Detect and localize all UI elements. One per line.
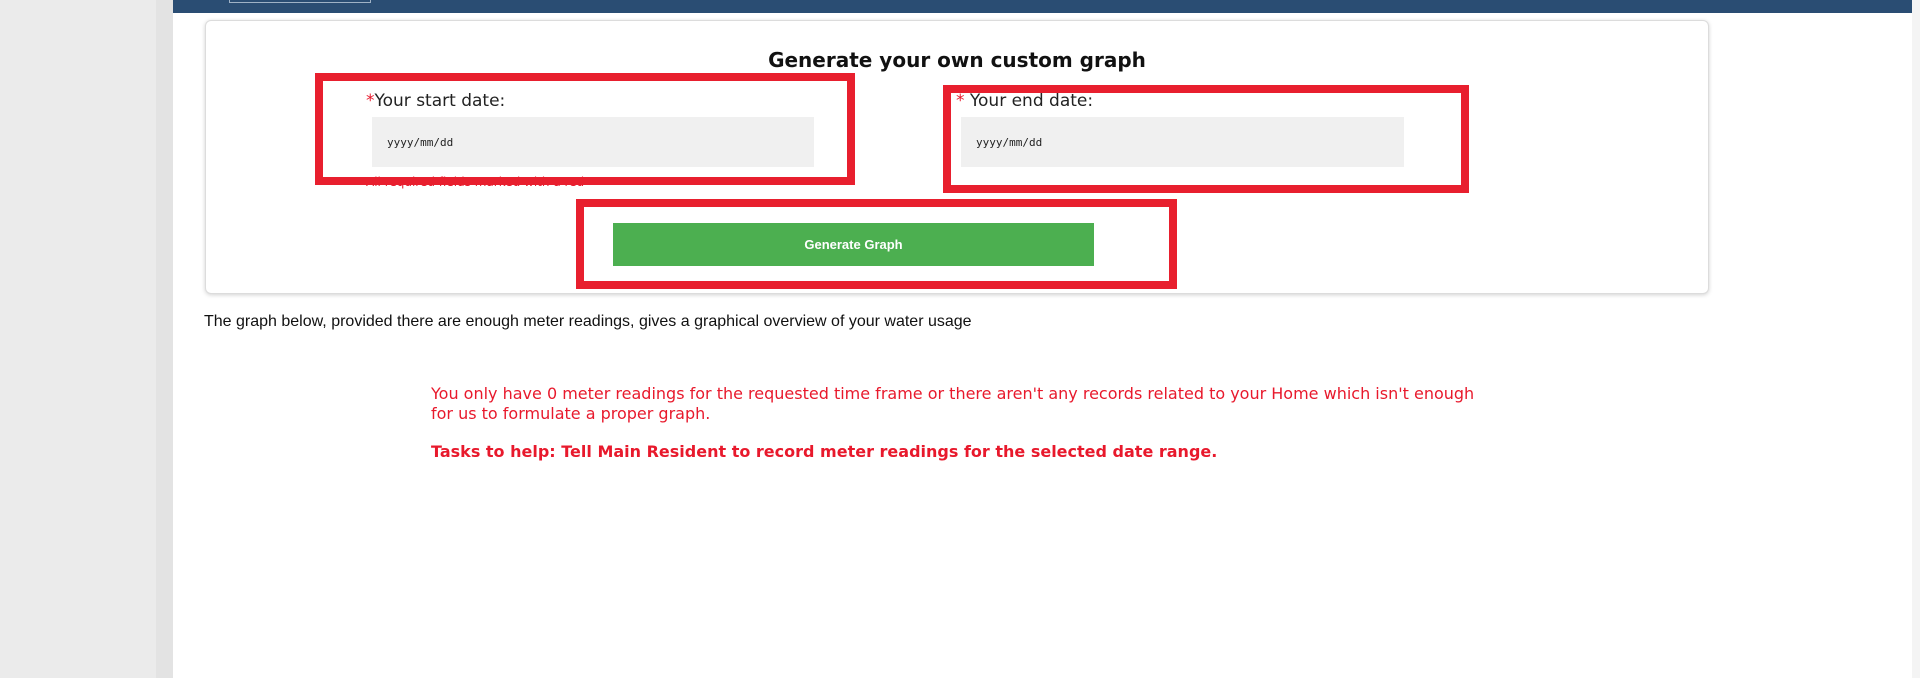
left-gutter xyxy=(0,0,156,678)
insufficient-readings-warning: You only have 0 meter readings for the r… xyxy=(431,384,1475,423)
start-date-label-text: Your start date: xyxy=(374,91,506,111)
end-date-input[interactable] xyxy=(961,117,1404,167)
tasks-to-help: Tasks to help: Tell Main Resident to rec… xyxy=(431,442,1218,461)
required-asterisk: * xyxy=(956,91,965,111)
left-gutter-edge xyxy=(156,0,173,678)
card-title: Generate your own custom graph xyxy=(768,48,1146,72)
page-scrollbar[interactable] xyxy=(1912,0,1920,678)
required-asterisk: * xyxy=(366,91,375,111)
topbar-search-field[interactable] xyxy=(229,0,371,3)
required-fields-note: All required fields marked with a red xyxy=(366,175,585,189)
top-navigation-bar xyxy=(173,0,1912,13)
end-date-label: * Your end date: xyxy=(956,91,1093,111)
start-date-label: *Your start date: xyxy=(366,91,505,111)
graph-description: The graph below, provided there are enou… xyxy=(204,313,972,330)
generate-graph-button[interactable]: Generate Graph xyxy=(613,223,1094,266)
end-date-label-text: Your end date: xyxy=(964,91,1094,111)
start-date-input[interactable] xyxy=(372,117,814,167)
